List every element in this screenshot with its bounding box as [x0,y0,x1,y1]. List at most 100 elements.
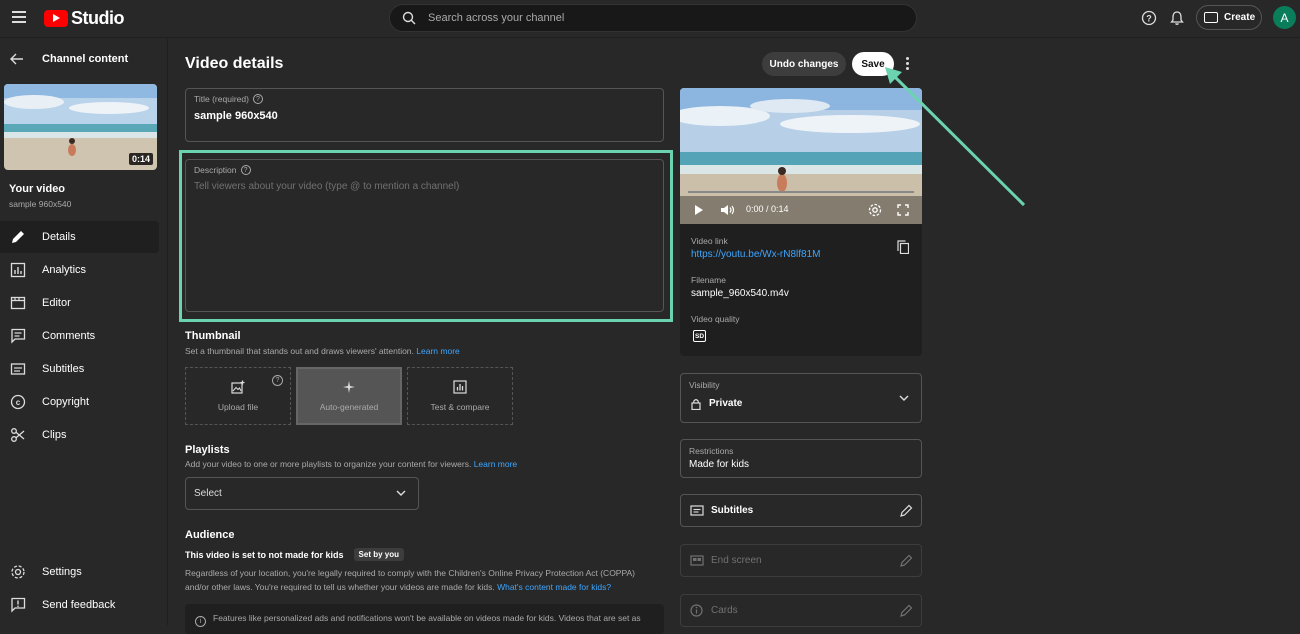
test-compare-thumbnail-option[interactable]: Test & compare [407,367,513,425]
video-link[interactable]: https://youtu.be/Wx-rN8lf81M [691,249,821,260]
title-field-label: Title (required) ? [194,94,263,104]
kids-info-box: i Features like personalized ads and not… [185,604,664,634]
end-screen-icon [690,555,704,566]
visibility-select[interactable]: Visibility Private [680,373,922,423]
analytics-icon [10,262,26,278]
play-icon[interactable] [694,204,704,216]
sidebar-item-analytics[interactable]: Analytics [0,254,159,286]
description-field-label: Description ? [194,165,251,175]
help-icon[interactable]: ? [272,375,283,386]
pencil-icon[interactable] [900,504,913,517]
cards-box[interactable]: Cards [680,594,922,627]
title-input[interactable]: sample 960x540 [194,110,278,122]
fullscreen-icon[interactable] [897,204,909,216]
comments-icon [11,328,26,344]
sidebar-item-send-feedback[interactable]: Send feedback [0,589,159,621]
subtitles-icon [10,363,26,375]
sidebar-item-settings[interactable]: Settings [0,556,159,588]
thumbnail-heading: Thumbnail [185,330,241,342]
chevron-down-icon [396,490,406,496]
help-icon[interactable]: ? [252,94,263,104]
pencil-icon[interactable] [900,604,913,617]
restrictions-box[interactable]: Restrictions Made for kids [680,439,922,478]
title-field[interactable]: Title (required) ? sample 960x540 [185,88,664,142]
audience-desc: Regardless of your location, you're lega… [185,566,660,594]
video-thumbnail[interactable]: 0:14 [4,84,157,170]
thumbnail-desc: Set a thumbnail that stands out and draw… [185,346,460,356]
info-icon: i [195,616,206,627]
end-screen-box[interactable]: End screen [680,544,922,577]
kids-info-text: Features like personalized ads and notif… [213,613,641,623]
back-label: Channel content [42,53,129,65]
sidebar-item-label: Copyright [42,396,90,408]
description-field[interactable]: Description ? Tell viewers about your vi… [185,159,664,312]
undo-changes-button[interactable]: Undo changes [762,52,846,76]
search-bar[interactable]: Search across your channel [389,4,917,32]
cards-label: Cards [711,605,738,616]
help-icon[interactable]: ? [1141,10,1157,26]
subtitles-box[interactable]: Subtitles [680,494,922,527]
filename: sample_960x540.m4v [691,288,789,299]
video-quality-label: Video quality [691,314,740,324]
learn-more-link[interactable]: Learn more [416,346,459,356]
pencil-icon[interactable] [900,554,913,567]
sidebar-item-subtitles[interactable]: Subtitles [0,353,159,385]
audience-heading: Audience [185,529,235,541]
subtitles-label: Subtitles [711,505,754,516]
gear-icon[interactable] [868,203,882,217]
sidebar-item-label: Comments [42,330,96,342]
sidebar-item-details[interactable]: Details [0,221,159,253]
create-button[interactable]: Create [1196,5,1262,30]
gear-icon [11,565,25,579]
duration-badge: 0:14 [128,153,153,165]
sidebar-item-editor[interactable]: Editor [0,287,159,319]
feedback-icon [11,597,26,613]
volume-icon[interactable] [720,204,736,216]
sidebar-item-copyright[interactable]: c Copyright [0,386,159,418]
end-screen-label: End screen [711,555,762,566]
lock-icon [691,399,701,410]
audience-status-row: This video is set to not made for kids S… [185,548,404,561]
playlists-heading: Playlists [185,444,230,456]
sidebar-item-comments[interactable]: Comments [0,320,159,352]
playlists-desc: Add your video to one or more playlists … [185,459,517,469]
svg-text:?: ? [1146,14,1152,24]
studio-logo[interactable]: Studio [44,8,125,29]
description-input[interactable]: Tell viewers about your video (type @ to… [194,181,459,192]
chevron-down-icon [899,395,909,401]
menu-icon[interactable] [12,11,26,23]
save-button[interactable]: Save [852,52,894,76]
search-icon [402,11,416,25]
sidebar-item-label: Clips [42,429,67,441]
sparkle-icon [343,381,355,393]
sidebar-item-label: Settings [42,566,82,578]
title-label-text: Title (required) [194,94,249,104]
back-to-channel-content[interactable]: Channel content [10,53,128,65]
learn-more-link[interactable]: Learn more [474,459,517,469]
made-for-kids-link[interactable]: What's content made for kids? [497,582,611,592]
sidebar-item-label: Analytics [42,264,87,276]
analytics-icon [453,380,467,394]
video-link-label: Video link [691,236,728,246]
back-arrow-icon [10,53,23,65]
copyright-icon: c [10,394,26,410]
playback-time: 0:00 / 0:14 [746,204,789,214]
copy-icon[interactable] [897,240,909,254]
playlist-select-value: Select [194,488,222,499]
restrictions-label: Restrictions [689,446,734,456]
editor-icon [10,296,26,310]
scissors-icon [11,428,25,442]
video-quality-badge: SD [693,330,706,342]
sidebar: Channel content 0:14 Your video sample 9… [0,39,168,625]
sidebar-item-clips[interactable]: Clips [0,419,159,451]
notifications-bell-icon[interactable] [1169,10,1185,26]
video-player[interactable] [680,88,922,224]
svg-text:c: c [16,398,21,407]
more-options-icon[interactable] [906,57,910,72]
playlist-select[interactable]: Select [185,477,419,510]
auto-generated-thumbnail-option[interactable]: Auto-generated [296,367,402,425]
help-icon[interactable]: ? [240,165,251,175]
search-input[interactable]: Search across your channel [428,12,564,24]
top-bar: Studio Search across your channel ? Crea… [0,0,1300,38]
avatar[interactable]: A [1273,6,1296,29]
